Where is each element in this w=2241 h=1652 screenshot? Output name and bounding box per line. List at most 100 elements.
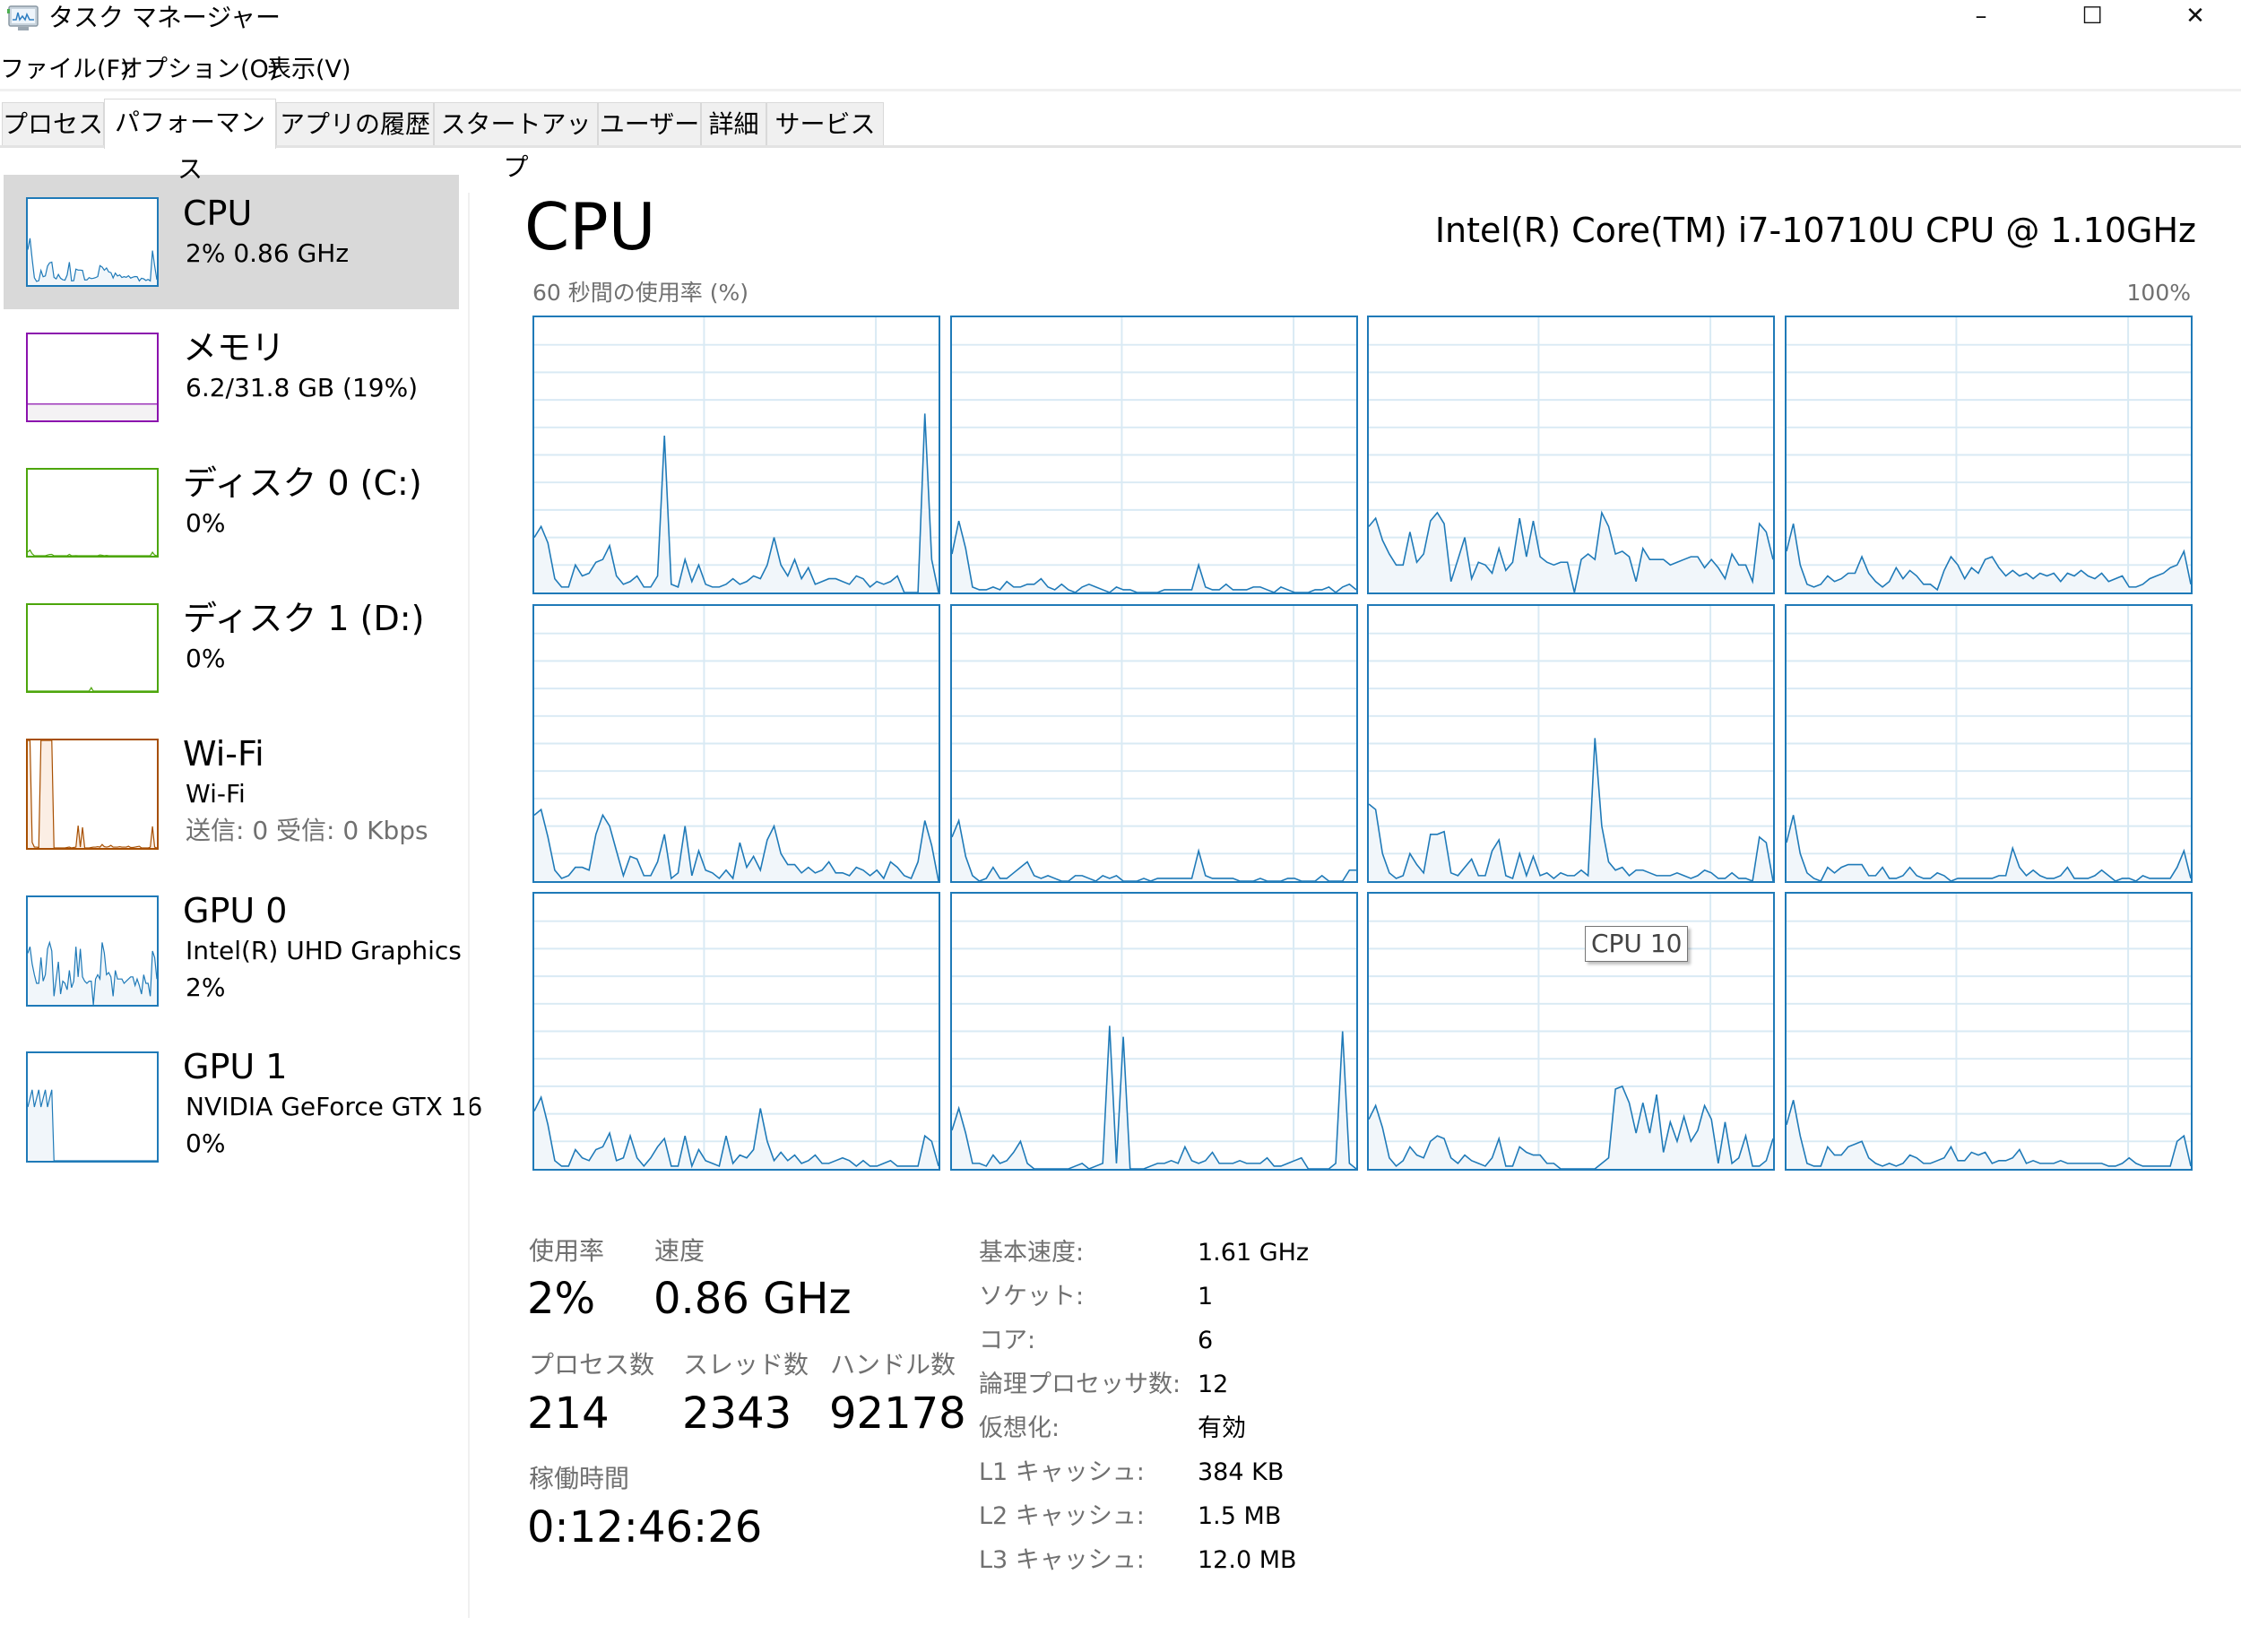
maximize-icon: ☐ xyxy=(2081,3,2103,30)
sidebar-item-title: Wi-Fi xyxy=(183,734,264,774)
sidebar-item-title: メモリ xyxy=(183,328,286,368)
sidebar-item-usage: 2% xyxy=(186,973,226,1002)
graph-axis-label: 60 秒間の使用率 (%) xyxy=(532,280,748,306)
core-graph-9[interactable] xyxy=(949,892,1358,1171)
info-value: 12 xyxy=(1198,1371,1229,1398)
info-label: コア: xyxy=(979,1327,1036,1354)
core-graph-svg xyxy=(1787,605,2191,881)
menu-options[interactable]: オプション(O) xyxy=(119,52,278,88)
sidebar-item-title: CPU xyxy=(183,194,253,233)
core-graph-0[interactable] xyxy=(532,316,940,594)
sidebar-item-throughput: 送信: 0 受信: 0 Kbps xyxy=(186,816,428,845)
title-bar: タスク マネージャー – ☐ ✕ xyxy=(0,0,2241,52)
gpu-0-thumbnail-graph xyxy=(26,895,159,1007)
usage-value: 2% xyxy=(527,1274,596,1324)
task-manager-icon xyxy=(7,5,39,30)
info-label: 基本速度: xyxy=(979,1239,1085,1267)
handles-value: 92178 xyxy=(829,1388,966,1439)
info-value: 有効 xyxy=(1198,1414,1246,1442)
core-graph-svg xyxy=(1369,605,1774,881)
sidebar-item-detail: Intel(R) UHD Graphics xyxy=(186,936,462,965)
tab-app-history[interactable]: アプリの履歴 xyxy=(276,102,434,145)
maximize-button[interactable]: ☐ xyxy=(2043,0,2141,32)
uptime-label: 稼働時間 xyxy=(529,1464,630,1493)
usage-area xyxy=(951,819,1356,881)
menu-separator xyxy=(0,89,2241,91)
threads-value: 2343 xyxy=(682,1388,792,1439)
logical-processor-graphs[interactable] xyxy=(532,316,2193,1171)
info-value: 1 xyxy=(1198,1283,1214,1310)
sidebar-item-title: ディスク 0 (C:) xyxy=(183,463,422,503)
core-graph-svg xyxy=(534,605,939,881)
core-graph-svg xyxy=(534,317,939,592)
core-graph-10[interactable] xyxy=(1367,892,1776,1171)
info-label: 論理プロセッサ数: xyxy=(979,1371,1181,1398)
processes-value: 214 xyxy=(527,1388,610,1439)
graph-max-label: 100% xyxy=(2126,280,2191,306)
sidebar-item-detail: 2% 0.86 GHz xyxy=(186,238,350,268)
core-graph-6[interactable] xyxy=(1367,603,1776,883)
sidebar-item-memory[interactable]: メモリ 6.2/31.8 GB (19%) xyxy=(4,309,459,444)
tab-startup[interactable]: スタートアップ xyxy=(434,102,598,182)
sidebar-item-gpu-1[interactable]: GPU 1 NVIDIA GeForce GTX 16 0% xyxy=(4,1028,482,1176)
sidebar-item-title: GPU 0 xyxy=(183,891,288,930)
uptime-value: 0:12:46:26 xyxy=(527,1502,763,1553)
info-value: 1.61 GHz xyxy=(1198,1239,1310,1267)
usage-line xyxy=(951,817,1356,881)
core-graph-4[interactable] xyxy=(532,603,940,883)
core-graph-2[interactable] xyxy=(1367,316,1776,594)
core-graph-svg xyxy=(1787,317,2191,592)
tab-processes[interactable]: プロセス xyxy=(2,102,104,145)
disk-0-thumbnail-graph xyxy=(26,468,159,558)
sidebar-divider[interactable] xyxy=(468,193,470,1618)
core-graph-11[interactable] xyxy=(1785,892,2193,1171)
core-graph-3[interactable] xyxy=(1785,316,2193,594)
menu-file[interactable]: ファイル(F) xyxy=(0,52,130,88)
core-graph-svg xyxy=(951,605,1356,881)
tab-services[interactable]: サービス xyxy=(766,102,884,145)
menu-view[interactable]: 表示(V) xyxy=(267,52,351,88)
thumbnail-area xyxy=(28,403,157,420)
processes-label: プロセス数 xyxy=(529,1350,655,1380)
thumbnail-area xyxy=(28,740,157,848)
close-button[interactable]: ✕ xyxy=(2146,0,2241,32)
tab-performance[interactable]: パフォーマンス xyxy=(104,99,276,184)
disk-1-thumbnail-graph xyxy=(26,603,159,693)
core-graph-8[interactable] xyxy=(532,892,940,1171)
speed-value: 0.86 GHz xyxy=(653,1274,852,1324)
tab-details[interactable]: 詳細 xyxy=(701,102,766,145)
handles-label: ハンドル数 xyxy=(830,1350,956,1380)
tab-label: サービス xyxy=(774,109,876,139)
usage-area xyxy=(1369,737,1774,881)
sidebar: CPU 2% 0.86 GHz メモリ 6.2/31.8 GB (19%) ディ… xyxy=(0,148,482,1652)
sidebar-item-disk-1[interactable]: ディスク 1 (D:) 0% xyxy=(4,580,459,714)
minimize-button[interactable]: – xyxy=(1932,0,2030,32)
memory-thumbnail-graph xyxy=(26,333,159,422)
core-graph-svg xyxy=(951,317,1356,592)
sidebar-item-detail: 0% xyxy=(186,644,226,673)
core-graph-svg xyxy=(951,894,1356,1169)
usage-area xyxy=(951,521,1356,592)
page-title: CPU xyxy=(524,189,656,264)
tab-users[interactable]: ユーザー xyxy=(598,102,701,145)
sidebar-item-gpu-0[interactable]: GPU 0 Intel(R) UHD Graphics 2% xyxy=(4,872,462,1020)
info-label: L2 キャッシュ: xyxy=(979,1502,1145,1530)
usage-label: 使用率 xyxy=(529,1236,605,1266)
gpu-1-thumbnail-graph xyxy=(26,1051,159,1163)
sidebar-item-cpu[interactable]: CPU 2% 0.86 GHz xyxy=(4,175,459,309)
tab-bar: プロセス パフォーマンス アプリの履歴 スタートアップ ユーザー 詳細 サービス xyxy=(0,99,2241,184)
sidebar-item-disk-0[interactable]: ディスク 0 (C:) 0% xyxy=(4,445,459,579)
core-graph-svg xyxy=(1369,317,1774,592)
sidebar-item-wifi[interactable]: Wi-Fi Wi-Fi 送信: 0 受信: 0 Kbps xyxy=(4,715,459,859)
tab-label: 詳細 xyxy=(708,109,759,139)
cpu-model-name: Intel(R) Core(TM) i7-10710U CPU @ 1.10GH… xyxy=(1434,211,2196,250)
tab-label: ユーザー xyxy=(599,109,700,139)
menu-bar: ファイル(F) オプション(O) 表示(V) xyxy=(0,52,2241,88)
cpu-thumbnail-graph xyxy=(26,197,159,287)
core-graph-7[interactable] xyxy=(1785,603,2193,883)
core-graph-1[interactable] xyxy=(949,316,1358,594)
tab-label: プロセス xyxy=(3,109,104,139)
core-graph-5[interactable] xyxy=(949,603,1358,883)
info-label: L3 キャッシュ: xyxy=(979,1546,1145,1574)
info-value: 384 KB xyxy=(1198,1458,1285,1486)
